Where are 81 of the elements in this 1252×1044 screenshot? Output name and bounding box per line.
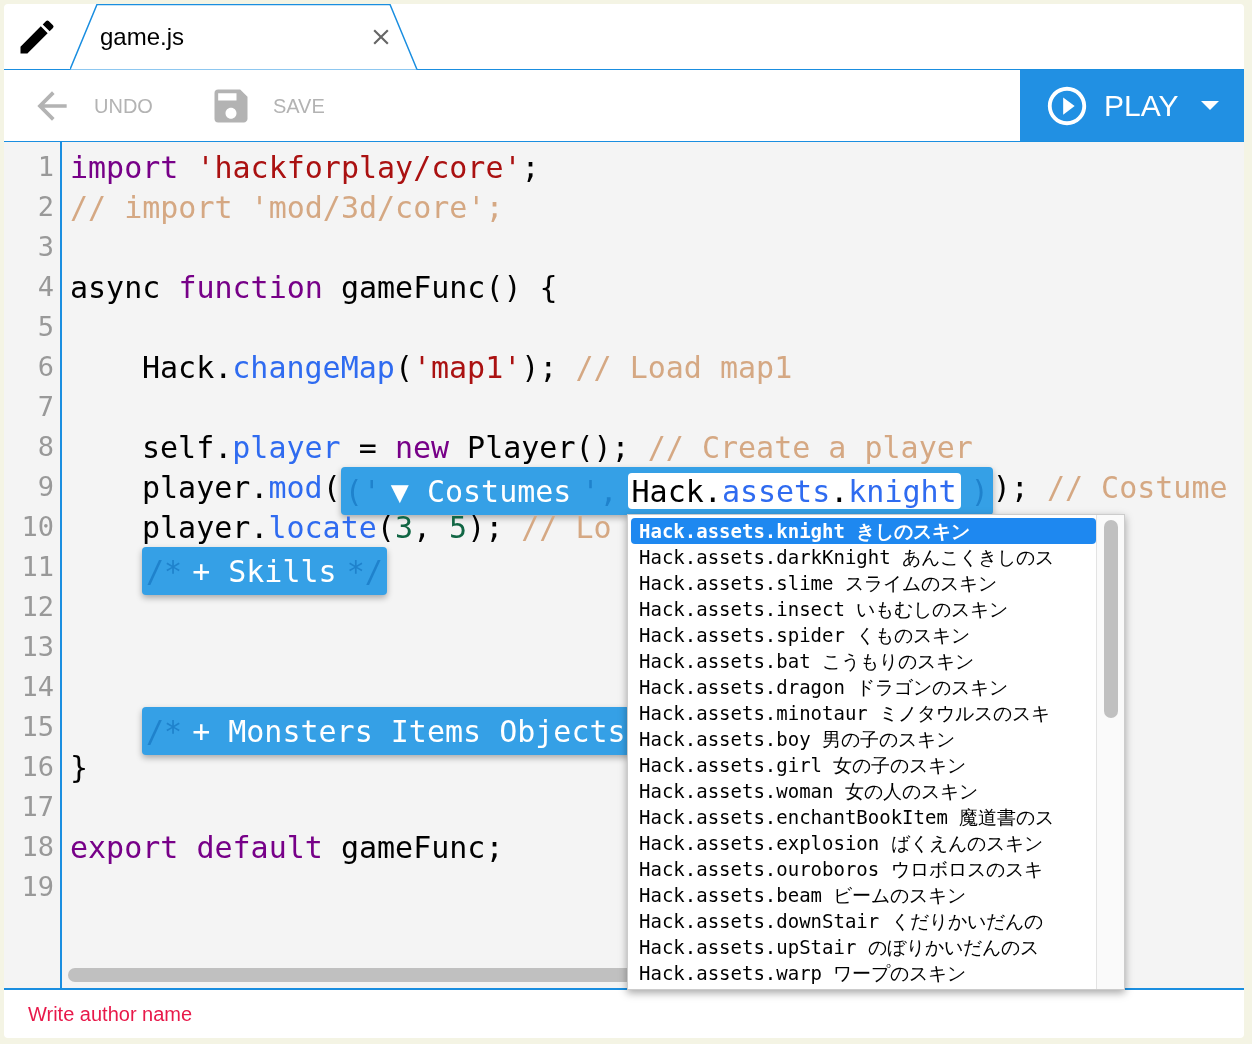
line-number: 2 xyxy=(37,189,54,224)
code-token: gameFunc() { xyxy=(339,268,558,307)
code-token: } xyxy=(70,748,89,787)
line-number: 8 xyxy=(37,429,54,464)
line-number: 14 xyxy=(21,669,54,704)
code-token: ( xyxy=(322,468,341,507)
line-number: 19 xyxy=(21,869,54,904)
code-token: ) xyxy=(970,472,989,511)
code-token: ); xyxy=(992,468,1030,507)
autocomplete-item[interactable]: Hack.assets.enchantBookItem 魔道書のス xyxy=(631,804,1096,830)
code-block-widget[interactable]: (' ▼ Costumes ', Hack.assets.knight ) xyxy=(340,467,993,515)
code-token: player. xyxy=(142,468,269,507)
autocomplete-item[interactable]: Hack.assets.downStair くだりかいだんの xyxy=(631,908,1096,934)
autocomplete-item[interactable]: Hack.assets.spider くものスキン xyxy=(631,622,1096,648)
code-token: /* xyxy=(146,712,183,751)
code-token: /* xyxy=(146,552,183,591)
code-token: = xyxy=(357,428,378,467)
vertical-scrollbar[interactable] xyxy=(1103,520,1118,718)
line-number: 18 xyxy=(21,829,54,864)
code-token: import xyxy=(70,148,179,187)
autocomplete-item[interactable]: Hack.assets.beam ビームのスキン xyxy=(631,882,1096,908)
code-token: Hack. xyxy=(142,348,233,387)
code-token: changeMap xyxy=(232,348,395,387)
line-number: 4 xyxy=(37,269,54,304)
file-tab[interactable]: game.js xyxy=(70,4,418,70)
asset-field[interactable]: Hack.assets.knight xyxy=(627,473,961,509)
code-token: self. xyxy=(142,428,233,467)
code-token: gameFunc; xyxy=(339,828,504,867)
code-comment: // Costume xyxy=(1046,468,1228,507)
autocomplete-item[interactable]: Hack.assets.darkKnight あんこくきしのス xyxy=(631,544,1096,570)
line-number: 11 xyxy=(21,549,54,584)
code-token: player. xyxy=(142,508,269,547)
code-token: ( xyxy=(394,348,413,387)
line-number: 1 xyxy=(37,149,54,184)
code-token: function xyxy=(178,268,323,307)
autocomplete-item[interactable]: Hack.assets.ouroboros ウロボロスのスキ xyxy=(631,856,1096,882)
code-token: ', xyxy=(581,472,618,511)
line-number: 13 xyxy=(21,629,54,664)
widget-label: ▼ Costumes xyxy=(390,472,572,511)
code-token: 'map1' xyxy=(412,348,522,387)
line-number: 17 xyxy=(21,789,54,824)
autocomplete-item[interactable]: Hack.assets.knight きしのスキン xyxy=(631,518,1096,544)
code-comment: // import 'mod/3d/core'; xyxy=(70,188,504,227)
line-number: 3 xyxy=(37,229,54,264)
code-token: (' xyxy=(344,472,381,511)
tab-title: game.js xyxy=(100,22,186,52)
line-number: 15 xyxy=(21,709,54,744)
code-token: async xyxy=(70,268,162,307)
autocomplete-item[interactable]: Hack.assets.slime スライムのスキン xyxy=(631,570,1096,596)
author-name-field[interactable]: Write author name xyxy=(28,999,428,1029)
code-comment: // Load map1 xyxy=(575,348,793,387)
code-token: */ xyxy=(346,552,383,591)
line-number: 6 xyxy=(37,349,54,384)
code-comment: // Create a player xyxy=(647,428,973,467)
code-token: 'hackforplay/core' xyxy=(195,148,522,187)
autocomplete-item[interactable]: Hack.assets.minotaur ミノタウルスのスキ xyxy=(631,700,1096,726)
autocomplete-item[interactable]: Hack.assets.warp ワープのスキン xyxy=(631,960,1096,986)
autocomplete-item[interactable]: Hack.assets.girl 女の子のスキン xyxy=(631,752,1096,778)
line-number: 12 xyxy=(21,589,54,624)
autocomplete-item[interactable]: Hack.assets.woman 女の人のスキン xyxy=(631,778,1096,804)
autocomplete-item[interactable]: Hack.assets.upStair のぼりかいだんのス xyxy=(631,934,1096,960)
code-token: player xyxy=(232,428,341,467)
autocomplete-item[interactable]: Hack.assets.dragon ドラゴンのスキン xyxy=(631,674,1096,700)
caret-icon xyxy=(1200,101,1219,110)
code-token: ); xyxy=(521,348,559,387)
code-token: mod xyxy=(268,468,323,507)
code-token: new xyxy=(394,428,450,467)
line-number: 5 xyxy=(37,309,54,344)
widget-label: + Skills xyxy=(192,552,337,591)
code-token: ; xyxy=(521,148,540,187)
code-token: Player(); xyxy=(466,428,631,467)
line-number: 9 xyxy=(37,469,54,504)
line-number: 7 xyxy=(37,389,54,424)
widget-label: + Monsters Items Objects xyxy=(192,712,626,751)
code-token: export default xyxy=(70,828,323,867)
autocomplete-item[interactable]: Hack.assets.insect いもむしのスキン xyxy=(631,596,1096,622)
line-number: 10 xyxy=(21,509,54,544)
autocomplete-item[interactable]: Hack.assets.boy 男の子のスキン xyxy=(631,726,1096,752)
line-number: 16 xyxy=(21,749,54,784)
autocomplete-item[interactable]: Hack.assets.bat こうもりのスキン xyxy=(631,648,1096,674)
autocomplete-item[interactable]: Hack.assets.explosion ばくえんのスキン xyxy=(631,830,1096,856)
